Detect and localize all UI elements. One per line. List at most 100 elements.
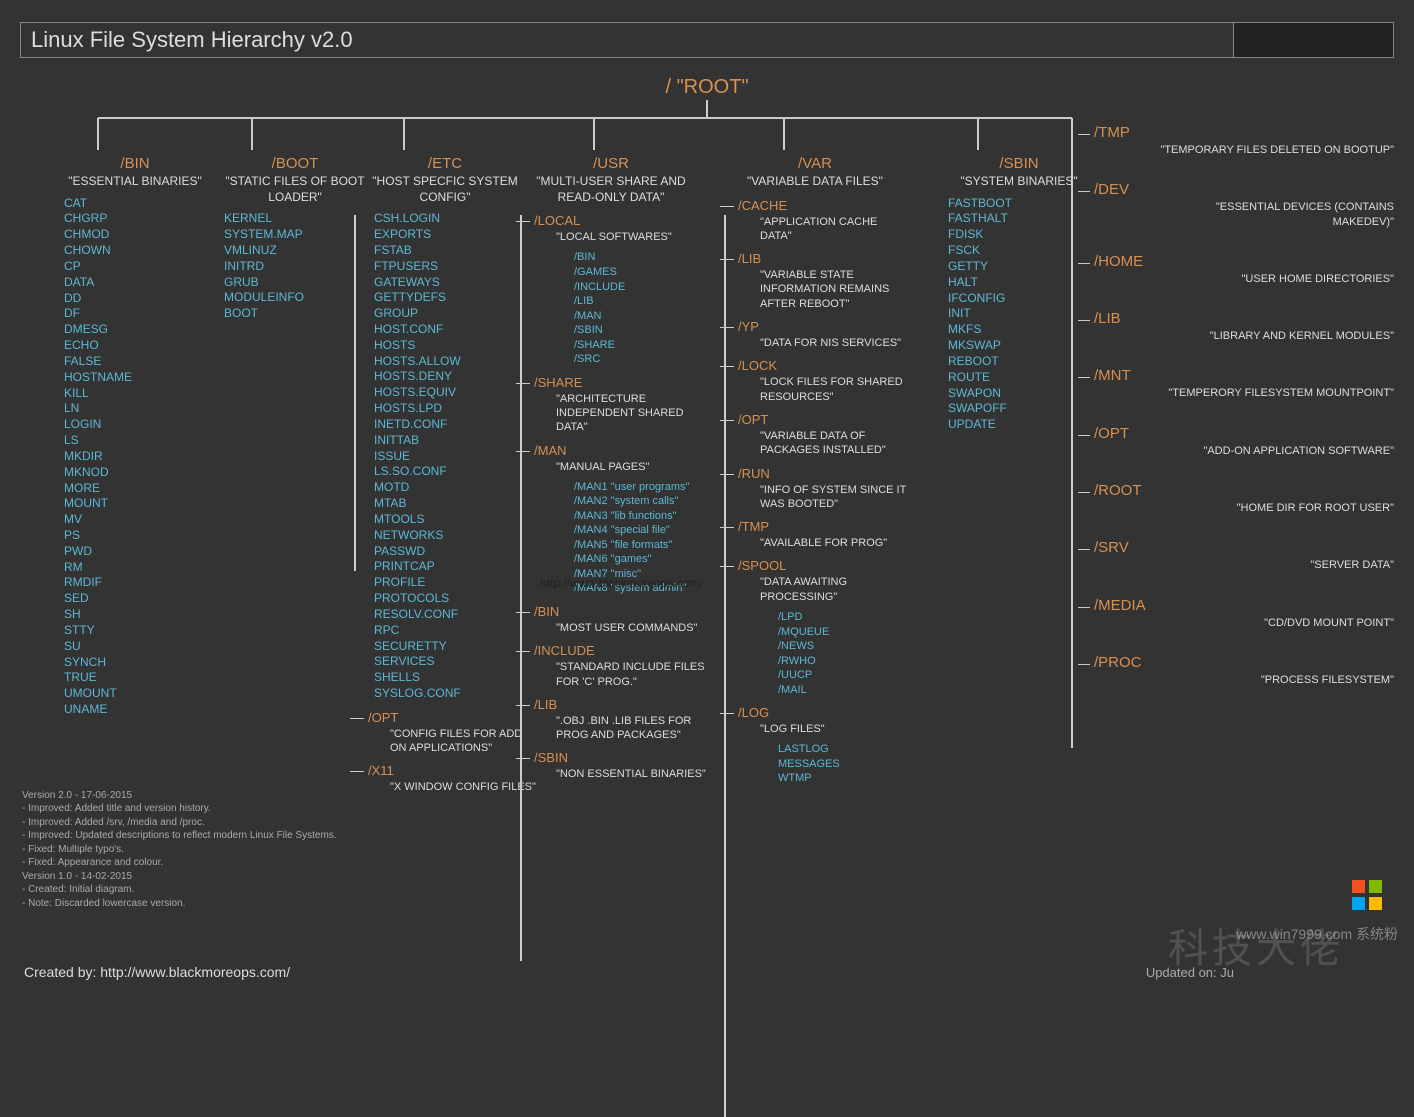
subdir-desc: "VARIABLE STATE INFORMATION REMAINS AFTE… bbox=[720, 268, 910, 311]
file-item: /INCLUDE bbox=[574, 280, 706, 295]
side-dir-label: /HOME bbox=[1094, 253, 1394, 270]
subdir-desc: "STANDARD INCLUDE FILES FOR 'C' PROG." bbox=[516, 660, 706, 689]
note-line: - Improved: Added title and version hist… bbox=[22, 802, 337, 816]
note-line: - Improved: Updated descriptions to refl… bbox=[22, 829, 337, 843]
side-media: /MEDIA"CD/DVD MOUNT POINT" bbox=[1094, 597, 1394, 630]
item-list: CSH.LOGINEXPORTSFSTABFTPUSERSGATEWAYSGET… bbox=[350, 211, 540, 702]
subdir-label: /X11 bbox=[350, 763, 540, 778]
file-item: /RWHO bbox=[778, 654, 910, 669]
subdir: /MAN"MANUAL PAGES"/MAN1 "user programs"/… bbox=[516, 443, 706, 596]
subdir: /LIB".OBJ .BIN .LIB FILES FOR PROG AND P… bbox=[516, 697, 706, 743]
file-item: MKSWAP bbox=[948, 338, 1114, 354]
file-item: /SRC bbox=[574, 352, 706, 367]
side-dir-desc: "ADD-ON APPLICATION SOFTWARE" bbox=[1094, 444, 1394, 458]
dir-label: /VAR bbox=[720, 155, 910, 172]
side-column: /TMP"TEMPORARY FILES DELETED ON BOOTUP" /… bbox=[1094, 124, 1394, 711]
file-item: /SBIN bbox=[574, 323, 706, 338]
side-dir-label: /DEV bbox=[1094, 181, 1394, 198]
side-lib: /LIB"LIBRARY AND KERNEL MODULES" bbox=[1094, 310, 1394, 343]
dir-label: /ETC bbox=[350, 155, 540, 172]
file-item: RM bbox=[64, 560, 230, 576]
subdir-desc: "ARCHITECTURE INDEPENDENT SHARED DATA" bbox=[516, 392, 706, 435]
column-etc: /ETC "HOST SPECFIC SYSTEM CONFIG" CSH.LOGI… bbox=[350, 155, 540, 801]
file-item: /MAN3 "lib functions" bbox=[574, 509, 706, 524]
file-item: /MAN4 "special file" bbox=[574, 523, 706, 538]
subdir-desc: "MOST USER COMMANDS" bbox=[516, 621, 706, 635]
note-line: Version 2.0 - 17-06-2015 bbox=[22, 789, 337, 803]
subdir: /YP "DATA FOR NIS SERVICES" bbox=[720, 319, 910, 350]
subdir-label: /OPT bbox=[720, 412, 910, 427]
side-dir-desc: "TEMPERORY FILESYSTEM MOUNTPOINT" bbox=[1094, 386, 1394, 400]
subdir: /LIB "VARIABLE STATE INFORMATION REMAINS … bbox=[720, 251, 910, 311]
page-title: Linux File System Hierarchy v2.0 bbox=[21, 27, 1233, 53]
file-item: SWAPOFF bbox=[948, 401, 1114, 417]
side-dir-label: /PROC bbox=[1094, 654, 1394, 671]
subdir-desc: "APPLICATION CACHE DATA" bbox=[720, 215, 910, 244]
file-item: MKDIR bbox=[64, 449, 230, 465]
file-item: /BIN bbox=[574, 250, 706, 265]
subdir-desc: "X WINDOW CONFIG FILES" bbox=[350, 780, 540, 794]
subdir: /SHARE "ARCHITECTURE INDEPENDENT SHARED D… bbox=[516, 375, 706, 435]
file-item: /MAN2 "system calls" bbox=[574, 494, 706, 509]
file-item: /MQUEUE bbox=[778, 625, 910, 640]
subdir-label: /LIB bbox=[720, 251, 910, 266]
subdir-label: /SHARE bbox=[516, 375, 706, 390]
subdir-desc: "MANUAL PAGES" bbox=[516, 460, 706, 474]
side-tmp: /TMP"TEMPORARY FILES DELETED ON BOOTUP" bbox=[1094, 124, 1394, 157]
side-dir-label: /SRV bbox=[1094, 539, 1394, 556]
column-sbin: /SBIN"SYSTEM BINARIES"FASTBOOTFASTHALTFD… bbox=[924, 155, 1114, 433]
file-item: IFCONFIG bbox=[948, 291, 1114, 307]
subdir-desc: "AVAILABLE FOR PROG" bbox=[720, 536, 910, 550]
file-item: SU bbox=[64, 639, 230, 655]
side-dir-label: /LIB bbox=[1094, 310, 1394, 327]
file-item: MV bbox=[64, 512, 230, 528]
subdir: /SBIN"NON ESSENTIAL BINARIES" bbox=[516, 750, 706, 781]
file-item: MKFS bbox=[948, 322, 1114, 338]
file-item: UNAME bbox=[64, 702, 230, 718]
file-item: PWD bbox=[64, 544, 230, 560]
header-bar: Linux File System Hierarchy v2.0 bbox=[20, 22, 1394, 58]
file-item: /MAN bbox=[574, 309, 706, 324]
file-item: LASTLOG bbox=[778, 742, 910, 757]
subdir-desc: "DATA FOR NIS SERVICES" bbox=[720, 336, 910, 350]
dir-label: /SBIN bbox=[924, 155, 1114, 172]
column-usr: /USR"MULTI-USER SHARE AND READ-ONLY DATA… bbox=[516, 155, 706, 788]
file-item: /NEWS bbox=[778, 639, 910, 654]
file-item: FSCK bbox=[948, 243, 1114, 259]
file-item: GETTY bbox=[948, 259, 1114, 275]
subdir-label: /OPT bbox=[350, 710, 540, 725]
note-line: Version 1.0 - 14-02-2015 bbox=[22, 870, 337, 884]
subdir-label: /SBIN bbox=[516, 750, 706, 765]
note-line: - Fixed: Multiple typo's. bbox=[22, 843, 337, 857]
subdir-label: /TMP bbox=[720, 519, 910, 534]
subdir-label: /YP bbox=[720, 319, 910, 334]
subdir: /OPT"VARIABLE DATA OF PACKAGES INSTALLED… bbox=[720, 412, 910, 458]
root-node: / "ROOT" bbox=[0, 76, 1414, 99]
subitem-list: /BIN/GAMES/INCLUDE/LIB/MAN/SBIN/SHARE/SR… bbox=[516, 250, 706, 366]
side-home: /HOME "USER HOME DIRECTORIES" bbox=[1094, 253, 1394, 286]
file-item: FDISK bbox=[948, 227, 1114, 243]
side-dir-desc: "SERVER DATA" bbox=[1094, 558, 1394, 572]
side-dir-desc: "USER HOME DIRECTORIES" bbox=[1094, 272, 1394, 286]
watermark-url: http://www.blackmoreops.com/ bbox=[540, 576, 703, 590]
subdir-desc: "LOCAL SOFTWARES" bbox=[516, 230, 706, 244]
subdir-desc: "DATA AWAITING PROCESSING" bbox=[720, 575, 910, 604]
file-item: LS bbox=[64, 433, 230, 449]
subdir: /LOCK"LOCK FILES FOR SHARED RESOURCES" bbox=[720, 358, 910, 404]
file-item: /MAN6 "games" bbox=[574, 552, 706, 567]
subdir: /RUN"INFO OF SYSTEM SINCE IT WAS BOOTED" bbox=[720, 466, 910, 512]
file-item: UPDATE bbox=[948, 417, 1114, 433]
file-item: REBOOT bbox=[948, 354, 1114, 370]
side-dir-desc: "HOME DIR FOR ROOT USER" bbox=[1094, 501, 1394, 515]
subdir-label: /INCLUDE bbox=[516, 643, 706, 658]
side-root: /ROOT"HOME DIR FOR ROOT USER" bbox=[1094, 482, 1394, 515]
subdir-label: /SPOOL bbox=[720, 558, 910, 573]
file-item: MORE bbox=[64, 481, 230, 497]
subdir: /OPT"CONFIG FILES FOR ADD ON APPLICATION… bbox=[350, 710, 540, 756]
file-item: WTMP bbox=[778, 771, 910, 786]
dir-desc: "HOST SPECFIC SYSTEM CONFIG" bbox=[350, 174, 540, 205]
side-dir-label: /MNT bbox=[1094, 367, 1394, 384]
file-item: /MAN5 "file formats" bbox=[574, 538, 706, 553]
subdir-desc: "LOCK FILES FOR SHARED RESOURCES" bbox=[720, 375, 910, 404]
file-item: HALT bbox=[948, 275, 1114, 291]
